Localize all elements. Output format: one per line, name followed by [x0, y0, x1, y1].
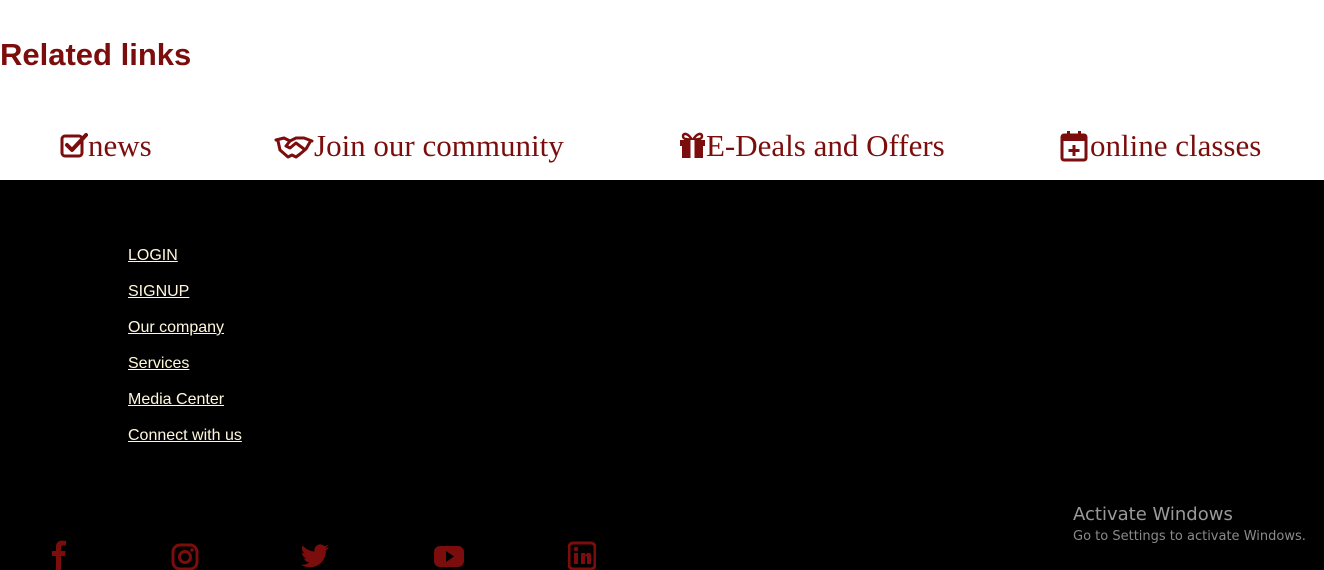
related-link-label: E-Deals and Offers	[706, 128, 945, 163]
facebook-icon[interactable]	[42, 540, 76, 570]
related-link-label: Join our community	[314, 128, 564, 163]
related-link-news[interactable]: news	[60, 128, 152, 164]
twitter-icon[interactable]	[299, 540, 333, 570]
connect-with-us-link[interactable]: Connect with us	[128, 427, 242, 444]
calendar-plus-icon	[1060, 130, 1090, 162]
youtube-icon[interactable]	[432, 540, 466, 570]
related-links-title: Related links	[0, 37, 192, 72]
our-company-link[interactable]: Our company	[128, 319, 224, 336]
footer-link-item: LOGIN	[128, 246, 242, 282]
site-footer: LOGIN SIGNUP Our company Services Media …	[0, 180, 1324, 570]
services-link[interactable]: Services	[128, 355, 189, 372]
related-link-label: online classes	[1090, 128, 1262, 163]
handshake-icon	[274, 132, 314, 160]
linkedin-icon[interactable]	[565, 540, 599, 570]
media-center-link[interactable]: Media Center	[128, 391, 224, 408]
activate-windows-watermark: Activate Windows Go to Settings to activ…	[1073, 503, 1306, 547]
gift-icon	[679, 132, 706, 160]
check-square-icon	[60, 132, 88, 160]
login-link[interactable]: LOGIN	[128, 247, 178, 264]
footer-link-list: LOGIN SIGNUP Our company Services Media …	[128, 246, 242, 462]
footer-link-item: Services	[128, 354, 242, 390]
related-link-community[interactable]: Join our community	[274, 128, 564, 164]
watermark-title: Activate Windows	[1073, 504, 1233, 525]
footer-link-item: Our company	[128, 318, 242, 354]
related-link-deals[interactable]: E-Deals and Offers	[679, 128, 945, 164]
related-links-section: Related links news Join our community E-…	[0, 0, 1324, 180]
related-link-classes[interactable]: online classes	[1060, 128, 1261, 164]
related-link-label: news	[88, 128, 152, 163]
footer-link-item: Media Center	[128, 390, 242, 426]
footer-link-item: Connect with us	[128, 426, 242, 462]
instagram-icon[interactable]	[168, 540, 202, 570]
footer-link-item: SIGNUP	[128, 282, 242, 318]
signup-link[interactable]: SIGNUP	[128, 283, 189, 300]
watermark-subtitle: Go to Settings to activate Windows.	[1073, 529, 1306, 544]
